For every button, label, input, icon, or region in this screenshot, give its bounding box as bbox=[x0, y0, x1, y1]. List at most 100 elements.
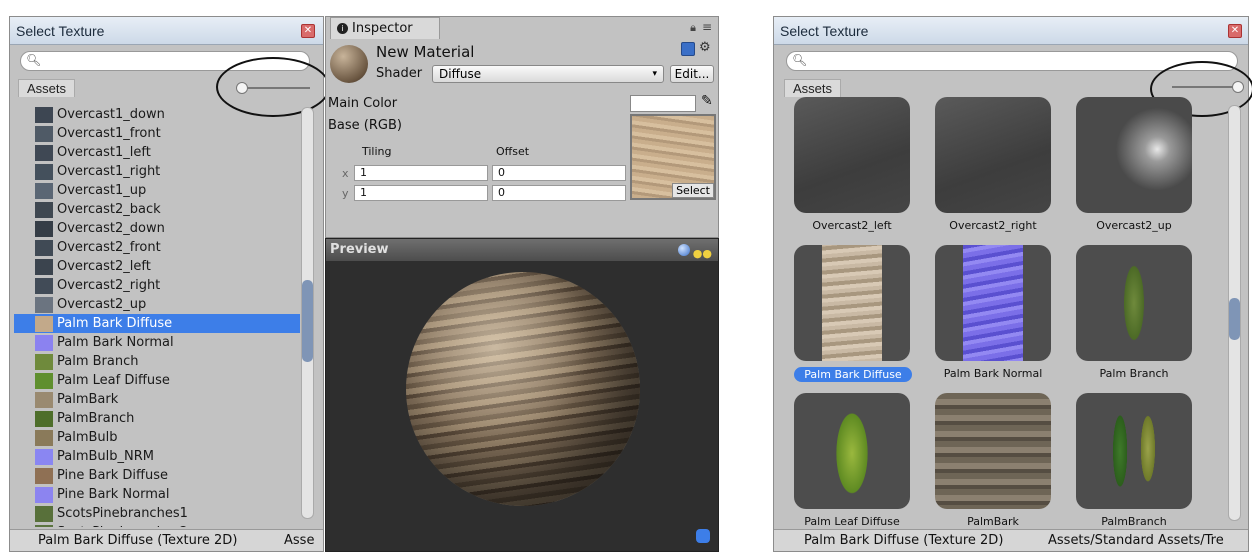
window-titlebar[interactable]: Select Texture ✕ bbox=[774, 17, 1248, 45]
list-item[interactable]: PalmBranch bbox=[14, 409, 300, 428]
tiling-label: Tiling bbox=[362, 145, 392, 158]
offset-x-field[interactable]: 0 bbox=[492, 165, 626, 181]
list-item-label: Overcast2_left bbox=[57, 259, 151, 274]
texture-thumbnail bbox=[35, 353, 53, 370]
list-item[interactable]: Pine Bark Normal bbox=[14, 485, 300, 504]
help-icon[interactable] bbox=[681, 42, 695, 56]
list-item-label: Palm Bark Normal bbox=[57, 335, 174, 350]
grid-item[interactable]: Overcast2_left bbox=[782, 97, 912, 239]
list-item-label: Overcast1_up bbox=[57, 183, 147, 198]
texture-thumbnail[interactable] bbox=[794, 393, 910, 509]
texture-thumbnail[interactable] bbox=[1076, 97, 1192, 213]
scrollbar-thumb[interactable] bbox=[302, 280, 313, 362]
close-icon[interactable]: ✕ bbox=[1228, 24, 1242, 38]
list-item[interactable]: Overcast1_left bbox=[14, 143, 300, 162]
material-preview-sphere[interactable] bbox=[406, 272, 640, 506]
list-item[interactable]: Overcast1_up bbox=[14, 181, 300, 200]
selected-texture-status: Palm Bark Diffuse (Texture 2D) bbox=[38, 533, 238, 548]
list-item-label: ScotsPinebranches2 bbox=[57, 525, 188, 527]
list-item[interactable]: Overcast2_back bbox=[14, 200, 300, 219]
tiling-x-field[interactable]: 1 bbox=[354, 165, 488, 181]
vertical-scrollbar[interactable] bbox=[1228, 105, 1241, 521]
list-item[interactable]: Overcast2_up bbox=[14, 295, 300, 314]
texture-thumbnail[interactable] bbox=[935, 97, 1051, 213]
grid-item[interactable]: Palm Branch bbox=[1064, 245, 1194, 387]
list-item[interactable]: Overcast1_front bbox=[14, 124, 300, 143]
grid-item[interactable]: Overcast2_right bbox=[923, 97, 1053, 239]
preview-panel: Preview ●● bbox=[325, 238, 719, 552]
texture-thumbnail[interactable] bbox=[1076, 393, 1192, 509]
grid-item[interactable]: PalmBark bbox=[923, 393, 1053, 527]
list-item[interactable]: Palm Branch bbox=[14, 352, 300, 371]
edit-button[interactable]: Edit... bbox=[670, 65, 714, 83]
search-input[interactable] bbox=[809, 54, 1169, 69]
list-item[interactable]: Overcast1_right bbox=[14, 162, 300, 181]
material-name: New Material bbox=[376, 43, 475, 61]
grid-item[interactable]: Palm Bark Diffuse bbox=[782, 245, 912, 387]
grid-item-label: Palm Bark Diffuse bbox=[794, 367, 912, 382]
texture-thumbnail bbox=[35, 524, 53, 527]
tiling-y-field[interactable]: 1 bbox=[354, 185, 488, 201]
list-item[interactable]: PalmBulb_NRM bbox=[14, 447, 300, 466]
assets-tab[interactable]: Assets bbox=[784, 79, 842, 97]
list-item[interactable]: Overcast1_down bbox=[14, 105, 300, 124]
texture-thumbnail bbox=[35, 486, 53, 503]
select-texture-button[interactable]: Select bbox=[672, 183, 714, 198]
grid-item[interactable]: PalmBranch bbox=[1064, 393, 1194, 527]
texture-thumbnail[interactable] bbox=[935, 393, 1051, 509]
eyedropper-icon[interactable]: ✎ bbox=[701, 93, 713, 109]
tab-inspector[interactable]: i Inspector bbox=[330, 17, 440, 39]
lock-icon[interactable]: 🔒︎ bbox=[690, 21, 696, 35]
list-item-label: PalmBranch bbox=[57, 411, 135, 426]
main-color-swatch[interactable] bbox=[630, 95, 696, 112]
list-item-label: Overcast1_right bbox=[57, 164, 161, 179]
close-icon[interactable]: ✕ bbox=[301, 24, 315, 38]
texture-thumbnail bbox=[35, 391, 53, 408]
gear-icon[interactable]: ⚙ bbox=[699, 40, 711, 55]
list-item[interactable]: ScotsPinebranches1 bbox=[14, 504, 300, 523]
list-item[interactable]: Palm Leaf Diffuse bbox=[14, 371, 300, 390]
base-rgb-label: Base (RGB) bbox=[328, 118, 402, 133]
texture-thumbnail[interactable] bbox=[794, 97, 910, 213]
list-item-label: PalmBulb bbox=[57, 430, 118, 445]
menu-icon[interactable]: ≡ bbox=[702, 20, 712, 34]
tab-inspector-label: Inspector bbox=[352, 21, 413, 36]
offset-y-field[interactable]: 0 bbox=[492, 185, 626, 201]
offset-label: Offset bbox=[496, 145, 530, 158]
texture-thumbnail[interactable] bbox=[935, 245, 1051, 361]
list-item[interactable]: Overcast2_down bbox=[14, 219, 300, 238]
texture-thumbnail[interactable] bbox=[1076, 245, 1192, 361]
list-item[interactable]: Pine Bark Diffuse bbox=[14, 466, 300, 485]
texture-thumbnail bbox=[35, 220, 53, 237]
assets-tab[interactable]: Assets bbox=[18, 79, 76, 97]
texture-thumbnail bbox=[35, 296, 53, 313]
texture-thumbnail bbox=[35, 372, 53, 389]
grid-item[interactable]: Overcast2_up bbox=[1064, 97, 1194, 239]
grid-item[interactable]: Palm Leaf Diffuse bbox=[782, 393, 912, 527]
grid-item[interactable]: Palm Bark Normal bbox=[923, 245, 1053, 387]
preview-options-icon[interactable] bbox=[696, 529, 710, 543]
list-item[interactable]: ScotsPinebranches2 bbox=[14, 523, 300, 527]
list-item[interactable]: PalmBulb bbox=[14, 428, 300, 447]
list-item[interactable]: PalmBark bbox=[14, 390, 300, 409]
preview-header: Preview ●● bbox=[326, 239, 718, 261]
list-item[interactable]: Overcast2_right bbox=[14, 276, 300, 295]
base-texture-slot[interactable]: Select bbox=[630, 114, 716, 200]
scrollbar-thumb[interactable] bbox=[1229, 298, 1240, 340]
sphere-icon[interactable] bbox=[678, 244, 690, 256]
vertical-scrollbar[interactable] bbox=[301, 107, 314, 519]
shader-dropdown[interactable]: Diffuse ▾ bbox=[432, 65, 664, 83]
y-axis-label: y bbox=[342, 187, 349, 200]
search-icon: 🔍︎ bbox=[26, 53, 42, 67]
window-titlebar[interactable]: Select Texture ✕ bbox=[10, 17, 323, 45]
light-icon[interactable]: ●● bbox=[693, 243, 712, 265]
list-item[interactable]: Palm Bark Diffuse bbox=[14, 314, 300, 333]
grid-item-label: Palm Leaf Diffuse bbox=[804, 515, 900, 527]
list-item[interactable]: Overcast2_front bbox=[14, 238, 300, 257]
shader-value: Diffuse bbox=[439, 67, 482, 81]
texture-thumbnail bbox=[35, 258, 53, 275]
list-item[interactable]: Overcast2_left bbox=[14, 257, 300, 276]
status-bar: Palm Bark Diffuse (Texture 2D) Asse bbox=[10, 529, 323, 551]
texture-thumbnail[interactable] bbox=[794, 245, 910, 361]
list-item[interactable]: Palm Bark Normal bbox=[14, 333, 300, 352]
